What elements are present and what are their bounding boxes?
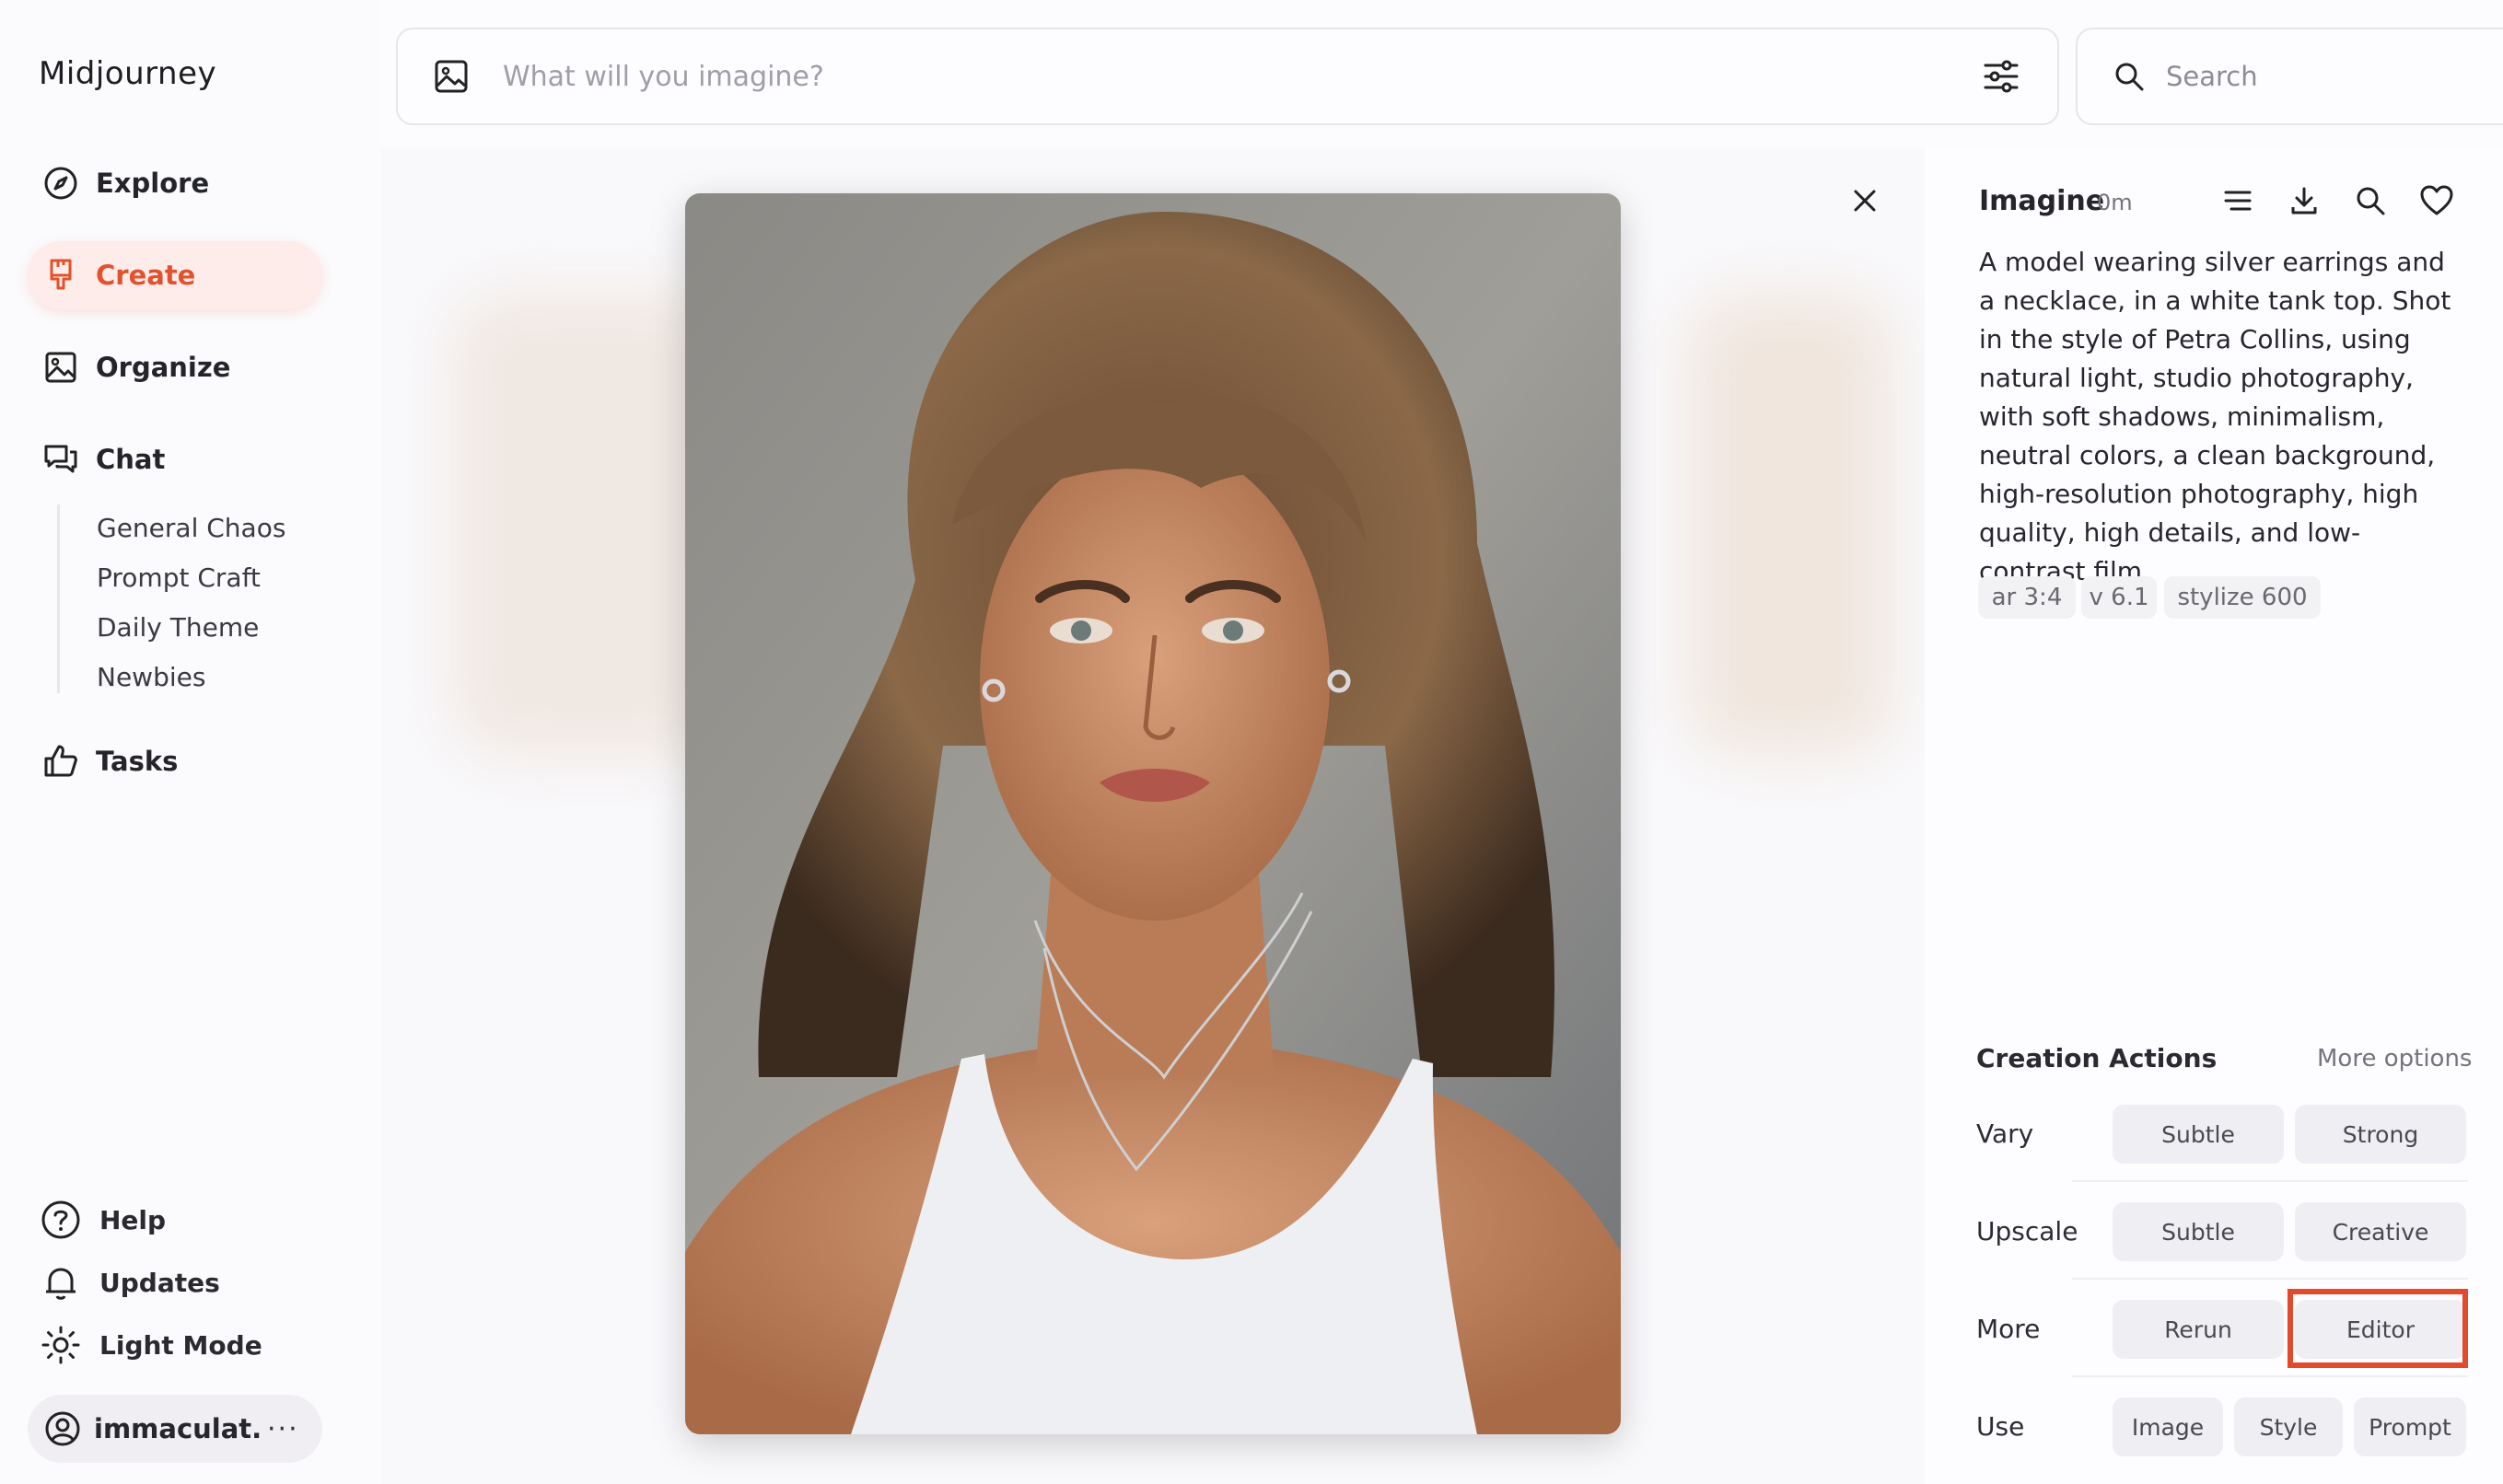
search-icon [2111,58,2148,95]
search-similar-icon[interactable] [2350,180,2391,221]
nav-tasks-label: Tasks [96,746,179,777]
compass-icon [42,165,79,202]
prompt-bar[interactable]: What will you imagine? [396,28,2059,125]
param-chip-aspect[interactable]: ar 3:4 [1978,576,2076,619]
list-icon[interactable] [2218,180,2258,221]
chat-channel-list [57,504,60,693]
nav-organize-label: Organize [96,352,231,383]
vary-label: Vary [1976,1119,2034,1149]
help-link[interactable]: Help [41,1194,166,1246]
blurred-background-image [1689,295,1892,755]
search-box[interactable]: Search [2076,28,2503,125]
nav-explore-label: Explore [96,168,210,199]
channel-prompt-craft[interactable]: Prompt Craft [97,562,261,593]
thumbs-up-icon [42,743,79,780]
param-chip-version[interactable]: v 6.1 [2081,576,2157,619]
bell-icon [41,1262,81,1303]
username: immaculat... [94,1413,260,1444]
nav-chat-label: Chat [96,444,166,475]
channel-general-chaos[interactable]: General Chaos [97,513,285,543]
use-image-button[interactable]: Image [2113,1397,2223,1456]
divider [2072,1375,2468,1377]
nav-chat[interactable]: Chat [28,425,322,493]
nav-create-label: Create [96,260,196,291]
vary-subtle-button[interactable]: Subtle [2113,1105,2284,1164]
use-prompt-button[interactable]: Prompt [2354,1397,2466,1456]
generated-image[interactable] [685,193,1621,1434]
sun-icon [41,1325,81,1365]
more-options-link[interactable]: More options [2317,1045,2472,1072]
user-more-button[interactable]: ··· [267,1413,299,1445]
updates-label: Updates [99,1267,220,1298]
creation-actions-title: Creation Actions [1976,1043,2218,1073]
close-viewer-button[interactable] [1846,182,1883,219]
brand-logo[interactable]: Midjourney [39,55,216,92]
divider [2072,1278,2468,1280]
nav-explore[interactable]: Explore [28,149,322,217]
settings-sliders-icon[interactable] [1978,53,2024,99]
divider [2072,1180,2468,1182]
nav-organize[interactable]: Organize [28,333,322,401]
use-style-button[interactable]: Style [2234,1397,2343,1456]
close-icon [1851,187,1879,214]
light-mode-label: Light Mode [99,1329,262,1361]
user-menu[interactable]: immaculat... ··· [28,1395,322,1463]
more-label: More [1976,1314,2041,1344]
prompt-text[interactable]: A model wearing silver earrings and a ne… [1979,243,2458,591]
nav-tasks[interactable]: Tasks [28,727,322,795]
rerun-button[interactable]: Rerun [2113,1300,2284,1359]
upscale-label: Upscale [1976,1216,2078,1246]
search-input[interactable]: Search [2166,61,2258,92]
user-avatar-icon [44,1410,81,1447]
question-icon [41,1200,81,1240]
chat-bubbles-icon [42,441,79,478]
channel-newbies[interactable]: Newbies [97,662,205,692]
prompt-input[interactable]: What will you imagine? [503,61,1978,93]
nav-create[interactable]: Create [28,241,322,309]
param-chip-stylize[interactable]: stylize 600 [2164,576,2321,619]
job-type-label: Imagine [1979,185,2105,217]
vary-strong-button[interactable]: Strong [2295,1105,2466,1164]
add-image-icon[interactable] [431,56,471,97]
light-mode-toggle[interactable]: Light Mode [41,1319,262,1371]
paintbrush-icon [42,257,79,294]
image-gallery-icon [42,349,79,386]
heart-icon[interactable] [2416,180,2457,221]
download-icon[interactable] [2284,180,2324,221]
updates-link[interactable]: Updates [41,1257,220,1308]
help-label: Help [99,1204,167,1235]
job-time: 0m [2097,190,2133,215]
upscale-subtle-button[interactable]: Subtle [2113,1202,2284,1261]
use-label: Use [1976,1411,2025,1442]
editor-highlight-box [2288,1289,2468,1368]
channel-daily-theme[interactable]: Daily Theme [97,612,259,643]
upscale-creative-button[interactable]: Creative [2295,1202,2466,1261]
